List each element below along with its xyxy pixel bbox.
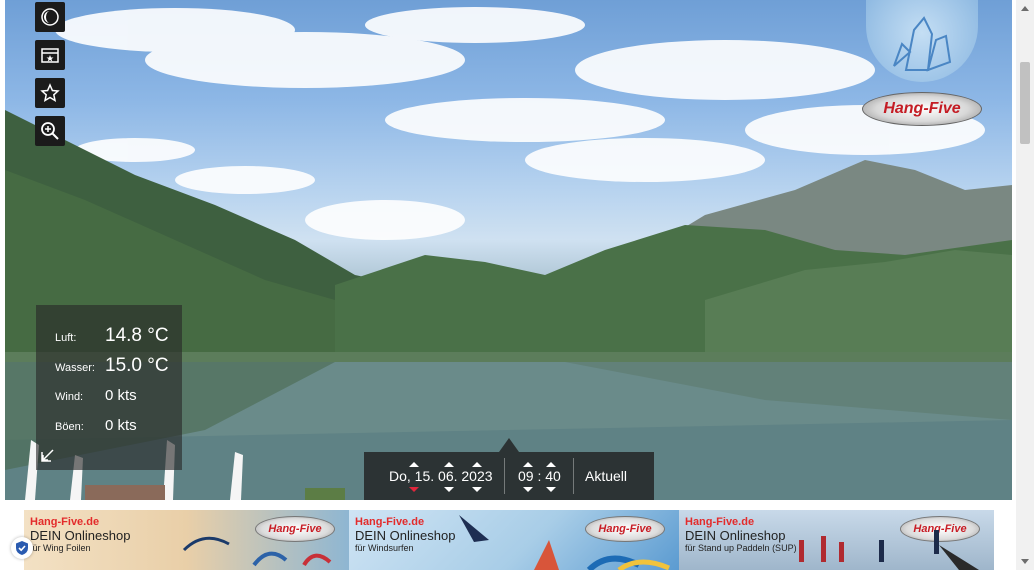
banner-graphic: [459, 515, 670, 570]
zoom-button[interactable]: [35, 116, 65, 146]
weather-panel: Luft: 14.8 °C Wasser: 15.0 °C Wind: 0 kt…: [36, 305, 182, 470]
minute-up-arrow[interactable]: [546, 462, 556, 467]
night-mode-icon: [41, 8, 59, 26]
time-control-bar: Do, 15. 06. 2023 09 : 40 Aktuell: [364, 438, 654, 500]
gust-row: Böen: 0 kts: [55, 417, 137, 434]
scroll-down-arrow[interactable]: [1021, 559, 1029, 564]
air-temp-row: Luft: 14.8 °C: [55, 325, 169, 347]
scroll-up-arrow[interactable]: [1021, 6, 1029, 11]
scrollbar-thumb[interactable]: [1020, 62, 1030, 144]
wind-label: Wind:: [55, 391, 84, 403]
gust-value: 0 kts: [105, 417, 137, 434]
hour-up-arrow[interactable]: [523, 462, 533, 467]
banner-sup[interactable]: Hang-Five.de DEIN Onlineshop für Stand u…: [679, 510, 994, 570]
brand-logo: Hang-Five: [862, 92, 982, 126]
year-down-arrow[interactable]: [472, 487, 482, 492]
gust-label: Böen:: [55, 421, 84, 433]
privacy-icon: [16, 541, 28, 555]
year-up-arrow[interactable]: [472, 462, 482, 467]
minute-value: 40: [545, 468, 561, 484]
favorite-icon: [40, 83, 60, 103]
banner-windsurf[interactable]: Hang-Five.de DEIN Onlineshop für Windsur…: [349, 510, 679, 570]
privacy-button[interactable]: [11, 537, 33, 559]
brand-logo-text: Hang-Five: [883, 100, 961, 117]
hour-value: 09: [518, 468, 534, 484]
water-temp-row: Wasser: 15.0 °C: [55, 355, 169, 377]
air-temp-value: 14.8 °C: [105, 325, 169, 346]
minute-down-arrow[interactable]: [546, 487, 556, 492]
wind-row: Wind: 0 kts: [55, 387, 137, 404]
favorite-button[interactable]: [35, 78, 65, 108]
gallery-icon: [41, 48, 59, 63]
day-down-arrow[interactable]: [409, 487, 419, 492]
banner-wing-foil[interactable]: Hang-Five.de DEIN Onlineshop für Wing Fo…: [24, 510, 349, 570]
air-temp-label: Luft:: [55, 332, 77, 344]
water-temp-value: 15.0 °C: [105, 355, 169, 376]
date-display[interactable]: Do, 15. 06. 2023: [389, 468, 493, 484]
wind-value: 0 kts: [105, 387, 137, 404]
divider: [504, 458, 505, 494]
gallery-button[interactable]: [35, 40, 65, 70]
crystal-icon: [893, 16, 952, 72]
zoom-icon: [41, 122, 59, 140]
expand-button[interactable]: [40, 447, 56, 463]
night-mode-button[interactable]: [35, 2, 65, 32]
time-marker: [499, 438, 519, 452]
hour-down-arrow[interactable]: [523, 487, 533, 492]
day-up-arrow[interactable]: [409, 462, 419, 467]
banner-graphic: [799, 530, 979, 570]
time-display[interactable]: 09 : 40: [518, 468, 561, 484]
month-down-arrow[interactable]: [444, 487, 454, 492]
now-button[interactable]: Aktuell: [585, 468, 627, 484]
water-temp-label: Wasser:: [55, 362, 95, 374]
scrollbar[interactable]: [1016, 0, 1034, 570]
divider: [573, 458, 574, 494]
crystal-logo: [866, 0, 978, 82]
expand-icon: [41, 449, 54, 462]
month-up-arrow[interactable]: [444, 462, 454, 467]
banner-graphic: [182, 536, 332, 567]
